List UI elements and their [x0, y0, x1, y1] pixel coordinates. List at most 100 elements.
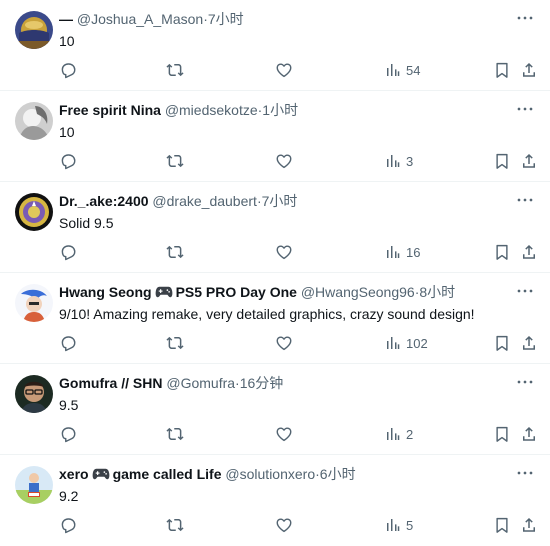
action-bar: 54: [59, 60, 539, 80]
bookmark-button[interactable]: [493, 242, 511, 262]
reply-tweet[interactable]: Hwang Seong PS5 PRO Day One @HwangSeong96…: [0, 273, 550, 364]
avatar[interactable]: [15, 466, 53, 504]
like-button[interactable]: [275, 60, 293, 80]
avatar[interactable]: [15, 284, 53, 322]
views-button[interactable]: 5: [385, 515, 413, 535]
views-button[interactable]: 2: [385, 424, 413, 444]
retweet-button[interactable]: [165, 424, 185, 444]
more-options-icon[interactable]: [516, 100, 534, 118]
views-button[interactable]: 16: [385, 242, 420, 262]
like-button[interactable]: [275, 242, 293, 262]
author-handle[interactable]: @Joshua_A_Mason: [77, 11, 203, 27]
like-button[interactable]: [275, 151, 293, 171]
share-button[interactable]: [520, 242, 538, 262]
reply-button[interactable]: [59, 515, 77, 535]
like-button[interactable]: [275, 515, 293, 535]
heart-icon: [275, 61, 293, 79]
share-button[interactable]: [520, 424, 538, 444]
retweet-icon: [165, 334, 185, 352]
share-button[interactable]: [520, 60, 538, 80]
author-name[interactable]: xero game called Life: [59, 466, 222, 482]
action-bar: 2: [59, 424, 539, 444]
avatar[interactable]: [15, 11, 53, 49]
author-name[interactable]: —: [59, 11, 73, 27]
author-handle[interactable]: @miedsekotze: [165, 102, 258, 118]
reply-button[interactable]: [59, 242, 77, 262]
timestamp[interactable]: 7小时: [262, 193, 298, 209]
action-bar: 102: [59, 333, 539, 353]
like-button[interactable]: [275, 424, 293, 444]
more-options-icon[interactable]: [516, 282, 534, 300]
retweet-button[interactable]: [165, 333, 185, 353]
bookmark-button[interactable]: [493, 515, 511, 535]
reply-button[interactable]: [59, 424, 77, 444]
views-button[interactable]: 54: [385, 60, 420, 80]
reply-icon: [59, 243, 77, 261]
views-count: 54: [406, 62, 421, 78]
bar-chart-icon: [385, 426, 401, 442]
tweet-text: Solid 9.5: [59, 215, 114, 231]
bookmark-icon: [493, 243, 511, 261]
timestamp[interactable]: 7小时: [208, 11, 244, 27]
author-handle[interactable]: @Gomufra: [166, 375, 235, 391]
share-icon: [520, 243, 538, 261]
more-options-icon[interactable]: [516, 464, 534, 482]
author-handle[interactable]: @HwangSeong96: [301, 284, 415, 300]
share-button[interactable]: [520, 333, 538, 353]
views-button[interactable]: 3: [385, 151, 413, 171]
author-name[interactable]: Dr._.ake:2400: [59, 193, 149, 209]
bookmark-icon: [493, 61, 511, 79]
reply-tweet[interactable]: xero game called Life @solutionxero·6小时 9.…: [0, 455, 550, 546]
author-name[interactable]: Hwang Seong PS5 PRO Day One: [59, 284, 297, 300]
reply-button[interactable]: [59, 60, 77, 80]
views-button[interactable]: 102: [385, 333, 428, 353]
retweet-icon: [165, 425, 185, 443]
views-count: 3: [406, 153, 414, 169]
reply-button[interactable]: [59, 333, 77, 353]
bookmark-button[interactable]: [493, 60, 511, 80]
author-handle[interactable]: @solutionxero: [225, 466, 315, 482]
author-name[interactable]: Gomufra // SHN: [59, 375, 162, 391]
share-button[interactable]: [520, 151, 538, 171]
like-button[interactable]: [275, 333, 293, 353]
timestamp[interactable]: 8小时: [419, 284, 455, 300]
more-options-icon[interactable]: [516, 373, 534, 391]
heart-icon: [275, 516, 293, 534]
timestamp[interactable]: 6小时: [320, 466, 356, 482]
bookmark-button[interactable]: [493, 333, 511, 353]
bookmark-icon: [493, 334, 511, 352]
reply-tweet[interactable]: Gomufra // SHN @Gomufra·16分钟 9.5 2: [0, 364, 550, 455]
retweet-button[interactable]: [165, 60, 185, 80]
retweet-icon: [165, 61, 185, 79]
reply-tweet[interactable]: Dr._.ake:2400 @drake_daubert·7小时 Solid 9.…: [0, 182, 550, 273]
retweet-button[interactable]: [165, 242, 185, 262]
retweet-icon: [165, 243, 185, 261]
more-options-icon[interactable]: [516, 191, 534, 209]
tweet-header: xero game called Life @solutionxero·6小时: [59, 464, 510, 484]
retweet-icon: [165, 516, 185, 534]
gamepad-icon: [89, 466, 113, 482]
bookmark-icon: [493, 152, 511, 170]
reply-button[interactable]: [59, 151, 77, 171]
more-options-icon[interactable]: [516, 9, 534, 27]
views-count: 16: [406, 244, 421, 260]
retweet-button[interactable]: [165, 151, 185, 171]
bookmark-button[interactable]: [493, 424, 511, 444]
heart-icon: [275, 334, 293, 352]
avatar[interactable]: [15, 375, 53, 413]
timestamp[interactable]: 1小时: [262, 102, 298, 118]
avatar[interactable]: [15, 102, 53, 140]
author-name[interactable]: Free spirit Nina: [59, 102, 161, 118]
share-button[interactable]: [520, 515, 538, 535]
timestamp[interactable]: 16分钟: [240, 375, 284, 391]
retweet-button[interactable]: [165, 515, 185, 535]
action-bar: 16: [59, 242, 539, 262]
reply-feed: — @Joshua_A_Mason·7小时 10 54 Free spirit Nin…: [0, 0, 550, 546]
avatar[interactable]: [15, 193, 53, 231]
bookmark-button[interactable]: [493, 151, 511, 171]
reply-tweet[interactable]: — @Joshua_A_Mason·7小时 10 54: [0, 0, 550, 91]
views-count: 2: [406, 426, 414, 442]
bookmark-icon: [493, 425, 511, 443]
reply-tweet[interactable]: Free spirit Nina @miedsekotze·1小时 10 3: [0, 91, 550, 182]
author-handle[interactable]: @drake_daubert: [152, 193, 257, 209]
